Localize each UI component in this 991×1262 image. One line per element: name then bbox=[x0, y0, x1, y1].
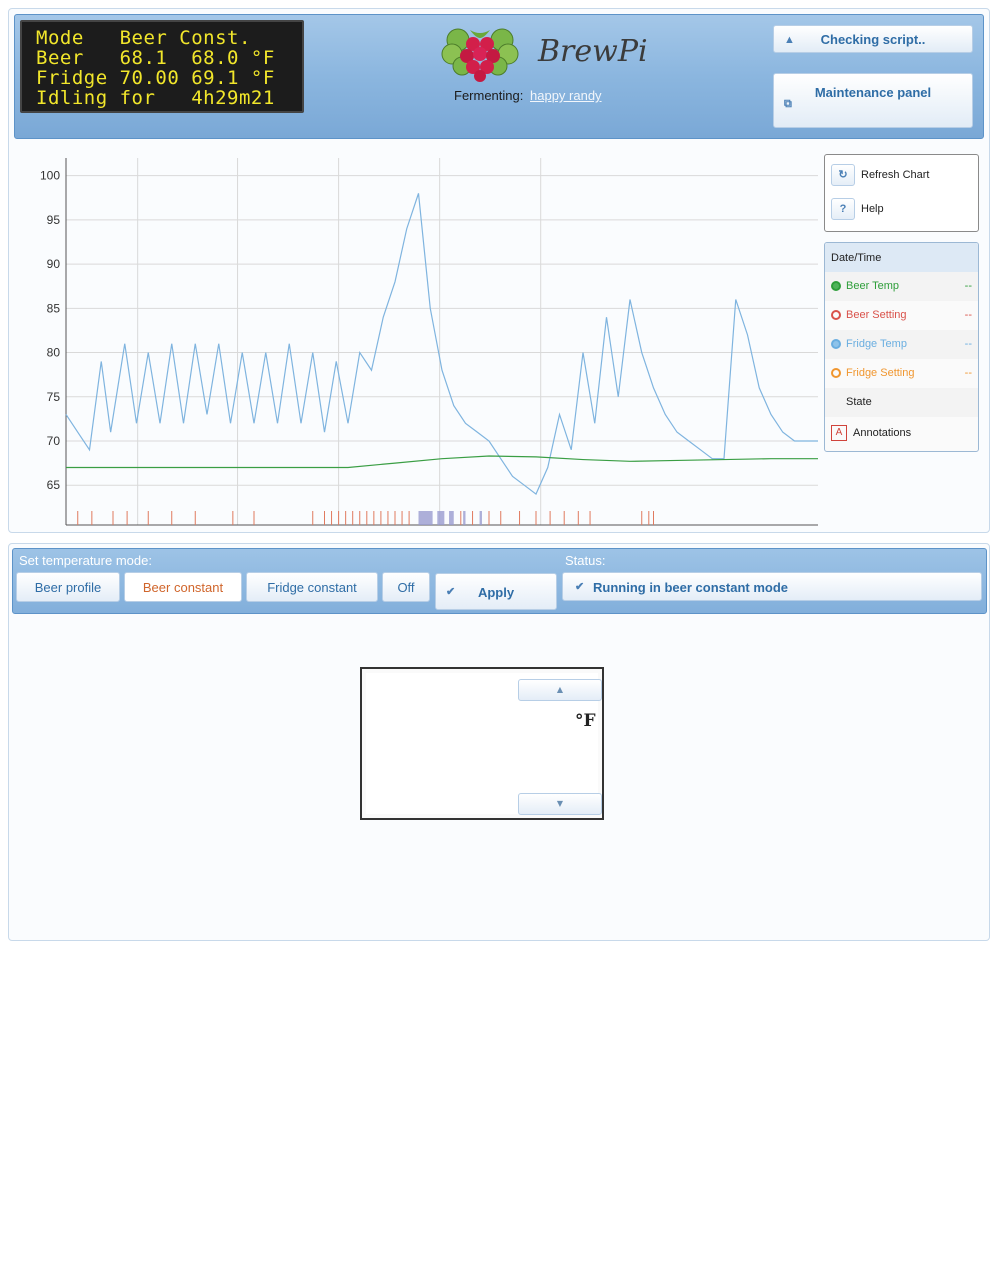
legend-value: -- bbox=[964, 280, 972, 292]
legend-label: Beer Setting bbox=[846, 309, 907, 321]
chart-svg: 1009590858075706512:0018:0007Apr06:0012:… bbox=[40, 158, 818, 526]
lcd-line: Idling for 4h29m21 bbox=[36, 87, 275, 109]
legend-value: -- bbox=[964, 338, 972, 350]
y-tick-label: 100 bbox=[40, 169, 60, 183]
status-box: ✔ Running in beer constant mode bbox=[562, 572, 982, 601]
y-tick-label: 80 bbox=[47, 346, 61, 360]
window-icon: ⧉ bbox=[784, 98, 792, 110]
legend-label: Fridge Setting bbox=[846, 367, 915, 379]
chart-tools-panel: ↻ Refresh Chart ? Help bbox=[824, 154, 979, 232]
help-icon[interactable]: ? bbox=[831, 198, 855, 220]
lcd-display: Mode Beer Const. Beer 68.1 68.0 °F Fridg… bbox=[20, 20, 304, 113]
legend-item-state[interactable]: State bbox=[825, 388, 978, 417]
legend-datetime: Date/Time bbox=[825, 243, 978, 272]
mode-label: Set temperature mode: bbox=[19, 553, 152, 568]
state-mark bbox=[449, 511, 454, 525]
help-row[interactable]: ? Help bbox=[831, 198, 884, 222]
annotation-icon: A bbox=[831, 425, 847, 441]
apply-button[interactable]: ✔ Apply bbox=[435, 573, 557, 610]
checking-script-label: Checking script.. bbox=[820, 32, 926, 47]
temperature-chart[interactable]: 1009590858075706512:0018:0007Apr06:0012:… bbox=[14, 150, 822, 530]
legend-item-annotations[interactable]: A Annotations bbox=[825, 417, 978, 446]
legend-label: State bbox=[846, 396, 872, 408]
beer-setting-dot-icon bbox=[831, 310, 841, 321]
mode-button-off[interactable]: Off bbox=[382, 572, 430, 602]
legend-item-beer-setting[interactable]: Beer Setting -- bbox=[825, 301, 978, 330]
checking-script-button[interactable]: ▲ Checking script.. bbox=[773, 25, 973, 53]
apply-label: Apply bbox=[477, 585, 515, 600]
mode-button-beer-constant[interactable]: Beer constant bbox=[124, 572, 242, 602]
refresh-chart-label: Refresh Chart bbox=[861, 169, 930, 181]
legend-rows: Beer Temp -- Beer Setting -- Fridge Temp… bbox=[825, 272, 978, 446]
state-mark bbox=[463, 511, 466, 525]
legend-label: Fridge Temp bbox=[846, 338, 907, 350]
check-icon: ✔ bbox=[575, 581, 585, 593]
warning-icon: ▲ bbox=[784, 34, 795, 46]
state-mark bbox=[418, 511, 433, 525]
fridge-setting-dot-icon bbox=[831, 368, 841, 379]
beer-name-link[interactable]: happy randy bbox=[530, 88, 602, 103]
chart-legend: Date/Time Beer Temp -- Beer Setting -- F… bbox=[824, 242, 979, 452]
fridge-temp-dot-icon bbox=[831, 339, 841, 350]
maintenance-panel-button[interactable]: ⧉ Maintenance panel bbox=[773, 73, 973, 128]
legend-label: Beer Temp bbox=[846, 280, 899, 292]
y-tick-label: 75 bbox=[47, 390, 61, 404]
legend-label: Annotations bbox=[853, 426, 912, 439]
state-mark bbox=[437, 511, 445, 525]
y-tick-label: 85 bbox=[47, 301, 61, 315]
check-icon: ✔ bbox=[446, 586, 456, 598]
fermenting-label: Fermenting: bbox=[454, 88, 524, 103]
temperature-unit: °F bbox=[575, 711, 596, 731]
mode-button-beer-profile[interactable]: Beer profile bbox=[16, 572, 120, 602]
state-mark bbox=[479, 511, 482, 525]
legend-value: -- bbox=[964, 367, 972, 379]
series-line-beer-temp bbox=[66, 455, 818, 469]
brewpi-logo-text: BrewPi bbox=[538, 34, 648, 69]
refresh-chart-row[interactable]: ↻ Refresh Chart bbox=[831, 164, 929, 188]
legend-item-fridge-temp[interactable]: Fridge Temp -- bbox=[825, 330, 978, 359]
temperature-display: ▲ °F ▼ bbox=[366, 673, 602, 815]
legend-item-beer-temp[interactable]: Beer Temp -- bbox=[825, 272, 978, 301]
status-text: Running in beer constant mode bbox=[593, 580, 789, 595]
beer-temp-dot-icon bbox=[831, 281, 841, 292]
y-tick-label: 90 bbox=[47, 257, 61, 271]
y-tick-label: 95 bbox=[47, 213, 61, 227]
temperature-setting-widget: ▲ °F ▼ bbox=[360, 667, 604, 820]
legend-value: -- bbox=[964, 309, 972, 321]
series-line-fridge-temp bbox=[65, 193, 818, 495]
status-label: Status: bbox=[565, 553, 606, 568]
help-label: Help bbox=[861, 203, 884, 215]
increase-temp-button[interactable]: ▲ bbox=[518, 679, 602, 701]
lcd-line: Fridge 70.00 69.1 °F bbox=[36, 67, 275, 89]
y-tick-label: 70 bbox=[47, 434, 61, 448]
lcd-line: Beer 68.1 68.0 °F bbox=[36, 47, 275, 69]
lcd-line: Mode Beer Const. bbox=[36, 27, 251, 49]
refresh-icon[interactable]: ↻ bbox=[831, 164, 855, 186]
legend-item-fridge-setting[interactable]: Fridge Setting -- bbox=[825, 359, 978, 388]
y-tick-label: 65 bbox=[47, 478, 61, 492]
maintenance-label: Maintenance panel bbox=[814, 85, 932, 100]
decrease-temp-button[interactable]: ▼ bbox=[518, 793, 602, 815]
mode-button-fridge-constant[interactable]: Fridge constant bbox=[246, 572, 378, 602]
fermenting-info: Fermenting: happy randy bbox=[454, 88, 602, 103]
